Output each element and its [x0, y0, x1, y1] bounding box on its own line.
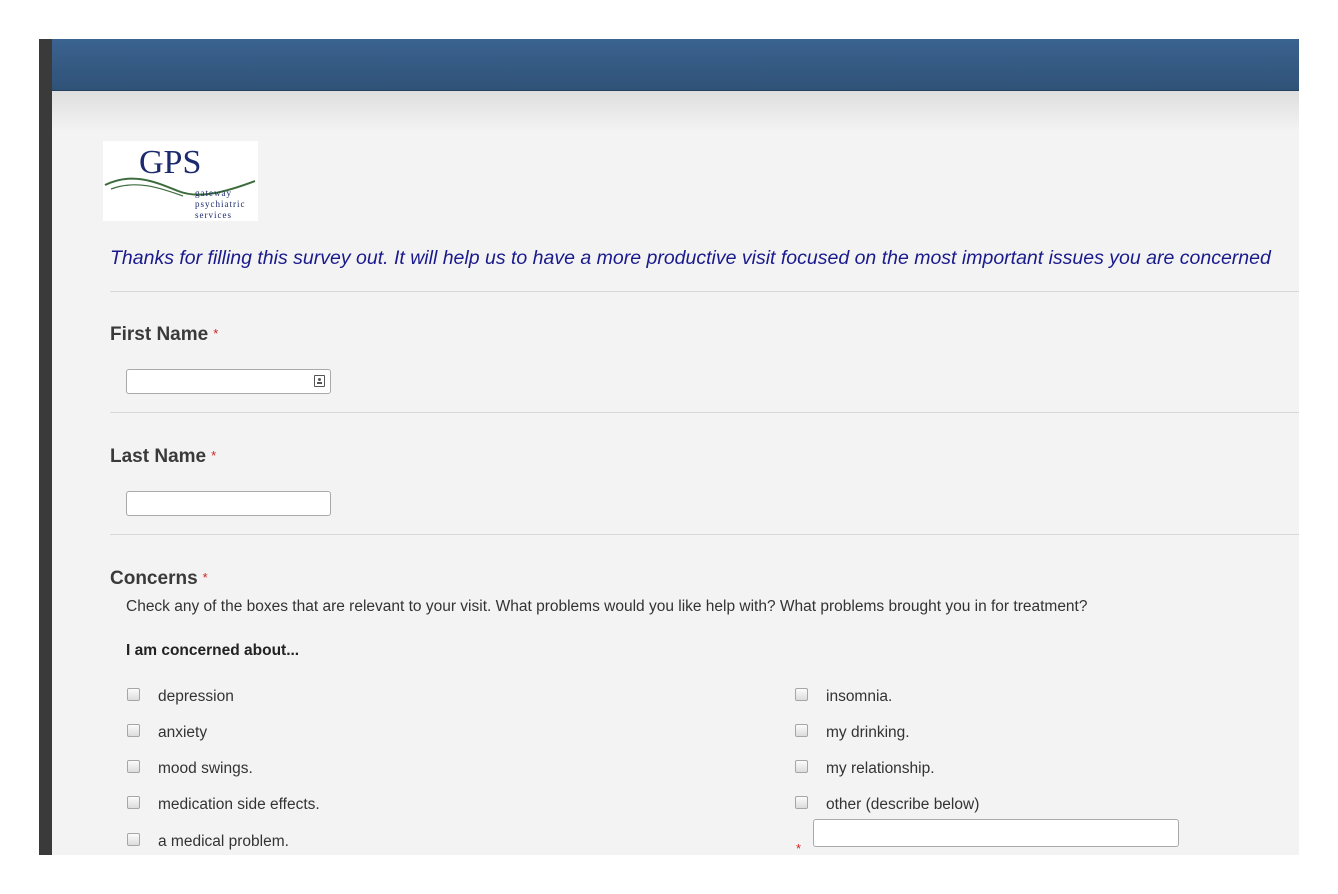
logo-line-1: gateway [195, 188, 232, 198]
divider [110, 534, 1299, 535]
checkbox[interactable] [795, 796, 808, 809]
contact-card-icon[interactable] [314, 375, 325, 387]
checkbox[interactable] [795, 688, 808, 701]
window-left-edge [39, 39, 52, 855]
logo-letters: GPS [139, 144, 201, 181]
checkbox[interactable] [127, 760, 140, 773]
first-name-input[interactable] [126, 369, 331, 394]
first-name-label: First Name * [110, 324, 219, 345]
concerns-subheading: I am concerned about... [126, 642, 300, 659]
logo-line-2: psychiatric [195, 199, 246, 209]
concerns-help-text: Check any of the boxes that are relevant… [126, 598, 1088, 615]
intro-text: Thanks for filling this survey out. It w… [110, 247, 1271, 269]
checkbox[interactable] [127, 724, 140, 737]
checkbox[interactable] [795, 724, 808, 737]
required-marker: * [796, 841, 802, 855]
required-marker: * [213, 326, 219, 341]
last-name-label: Last Name * [110, 446, 217, 467]
divider [110, 412, 1299, 413]
survey-page: GPS gateway psychiatric services Thanks … [39, 39, 1299, 855]
header-bar [52, 39, 1299, 91]
checkbox[interactable] [127, 833, 140, 846]
required-marker: * [202, 570, 208, 585]
last-name-input[interactable] [126, 491, 331, 516]
divider [110, 291, 1299, 292]
required-marker: * [211, 448, 217, 463]
header-shadow [52, 91, 1299, 131]
gps-logo: GPS gateway psychiatric services [103, 141, 258, 221]
checkbox[interactable] [795, 760, 808, 773]
logo-line-3: services [195, 210, 232, 220]
checkbox[interactable] [127, 796, 140, 809]
concerns-label: Concerns * [110, 568, 208, 589]
checkbox[interactable] [127, 688, 140, 701]
other-description-input[interactable] [813, 819, 1179, 847]
